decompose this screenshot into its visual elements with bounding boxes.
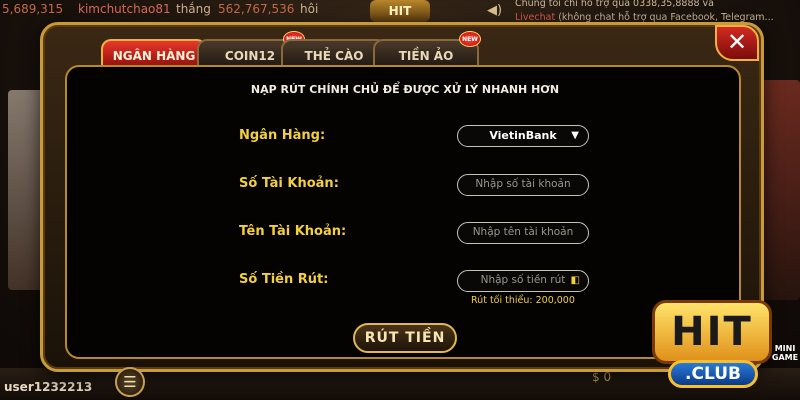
minimum-withdraw-text: Rút tối thiểu: 200,000: [471, 295, 575, 306]
amount-label: Số Tiền Rút:: [239, 272, 329, 287]
amount-placeholder: Nhập số tiền rút: [480, 274, 566, 286]
ticker-amount: 5,689,315: [2, 2, 64, 16]
history-button[interactable]: ☰: [115, 367, 145, 397]
tab-crypto-label: TIỀN ẢO: [398, 49, 454, 63]
bank-select[interactable]: VietinBank ▼: [457, 125, 589, 147]
bottom-coin-balance-2: $ 0: [592, 370, 612, 384]
ticker-won-word: thắng: [176, 2, 211, 16]
tab-bank-label: NGÂN HÀNG: [112, 49, 196, 63]
account-name-label: Tên Tài Khoản:: [239, 224, 347, 239]
bank-label: Ngân Hàng:: [239, 128, 326, 143]
username: user1232213: [4, 380, 93, 394]
club-logo-text: .CLUB: [668, 360, 758, 388]
tab-card-label: THẺ CÀO: [304, 49, 364, 63]
ticker-win-amount: 562,767,536: [218, 2, 295, 16]
withdraw-button[interactable]: RÚT TIỀN: [353, 323, 457, 353]
hit-logo-text: HIT: [652, 300, 772, 364]
top-logo: HIT: [370, 0, 430, 22]
amount-input[interactable]: Nhập số tiền rút ◧: [457, 270, 589, 292]
sound-icon[interactable]: ◀): [487, 3, 503, 19]
ticker-game: hôi: [300, 2, 319, 16]
minigame-button[interactable]: MINI GAME: [770, 344, 800, 362]
support-line-1: Chúng tôi chỉ hỗ trợ qua 0338,35,8888 và: [515, 0, 714, 9]
hit-club-logo: HIT .CLUB: [646, 294, 778, 394]
bottom-coin-value-2: 0: [603, 370, 612, 384]
notice-text: NẠP RÚT CHÍNH CHỦ ĐỂ ĐƯỢC XỬ LÝ NHANH HƠ…: [250, 83, 560, 96]
close-icon: ✕: [726, 28, 748, 56]
account-number-label: Số Tài Khoản:: [239, 176, 339, 191]
account-name-input[interactable]: Nhập tên tài khoản: [457, 222, 589, 244]
menu-icon: ☰: [123, 373, 137, 391]
wallet-icon[interactable]: ◧: [571, 271, 580, 290]
close-button[interactable]: ✕: [715, 25, 759, 61]
tab-coin12-label: COIN12: [224, 49, 276, 63]
ticker-username: kimchutchao81: [78, 2, 171, 16]
chevron-down-icon: ▼: [571, 130, 579, 141]
bank-select-value: VietinBank: [489, 129, 557, 142]
form-panel: NẠP RÚT CHÍNH CHỦ ĐỂ ĐƯỢC XỬ LÝ NHANH HƠ…: [65, 65, 741, 397]
new-badge: NEW: [459, 31, 481, 47]
account-number-input[interactable]: Nhập số tài khoản: [457, 174, 589, 196]
